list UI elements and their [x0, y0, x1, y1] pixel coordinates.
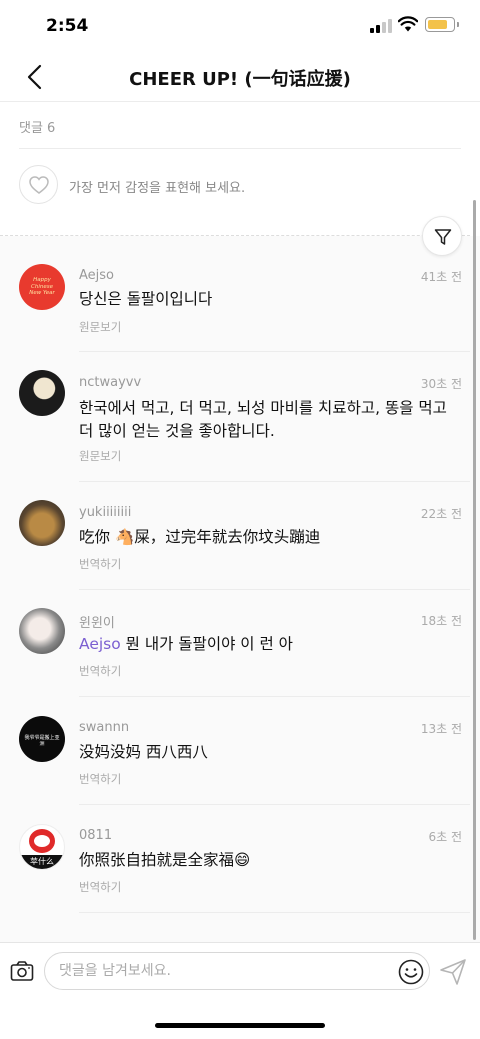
comment-username[interactable]: yukiiiiiiii — [79, 505, 131, 520]
avatar[interactable]: 我爷爷是搬上亚洲 — [19, 716, 65, 762]
comment-time: 41초 전 — [420, 270, 462, 284]
comment-text: 没妈没妈 西八西八 — [79, 743, 208, 761]
divider — [79, 696, 470, 697]
comment-username[interactable]: swannn — [79, 720, 129, 735]
comment-username[interactable]: 0811 — [79, 828, 112, 843]
comment-input[interactable] — [59, 953, 379, 989]
comment-text: 吃你 🐴屎，过完年就去你坟头蹦迪 — [79, 528, 321, 546]
status-time: 2:54 — [46, 16, 89, 36]
translate-link[interactable]: 번역하기 — [79, 879, 121, 895]
comment-time: 30초 전 — [420, 377, 462, 391]
comment-count: 댓글 6 — [19, 121, 56, 136]
comment-text: Aejso 뭔 내가 돌팔이야 이 런 아 — [79, 635, 293, 653]
comment-username[interactable]: nctwayvv — [79, 375, 141, 390]
dashed-divider — [0, 235, 470, 236]
comment-text: 당신은 돌팔이입니다 — [79, 290, 213, 308]
filter-icon — [434, 229, 452, 245]
scrollbar[interactable] — [473, 200, 476, 940]
divider — [79, 912, 470, 913]
grin-emoji: 😄 — [234, 851, 251, 869]
avatar-text: Happy Chinese New Year — [29, 277, 55, 296]
reaction-prompt: 가장 먼저 감정을 표현해 보세요. — [69, 181, 246, 196]
view-original-link[interactable]: 원문보기 — [79, 319, 121, 335]
like-button[interactable] — [19, 165, 58, 204]
divider — [19, 148, 461, 149]
mention-link[interactable]: Aejso — [79, 635, 121, 653]
avatar[interactable]: 苹什么 — [19, 824, 65, 870]
translate-link[interactable]: 번역하기 — [79, 771, 121, 787]
comment-time: 18초 전 — [420, 614, 462, 628]
translate-link[interactable]: 번역하기 — [79, 556, 121, 572]
emoji-icon[interactable] — [398, 959, 424, 985]
nav-header: CHEER UP! (一句话应援) — [0, 52, 480, 102]
divider — [79, 481, 470, 482]
translate-link[interactable]: 번역하기 — [79, 663, 121, 679]
avatar[interactable] — [19, 370, 65, 416]
reaction-row: 가장 먼저 감정을 표현해 보세요. — [19, 165, 439, 205]
comment-time: 13초 전 — [420, 722, 462, 736]
avatar-text: 苹什么 — [30, 857, 54, 866]
battery-icon — [425, 17, 459, 32]
page-title: CHEER UP! (一句话应援) — [129, 69, 351, 90]
comment-time: 22초 전 — [420, 507, 462, 521]
send-icon[interactable] — [439, 958, 467, 986]
avatar[interactable]: Happy Chinese New Year — [19, 264, 65, 310]
wifi-icon — [398, 16, 418, 32]
divider — [79, 804, 470, 805]
filter-button[interactable] — [422, 216, 462, 256]
comment-text: 你照张自拍就是全家福😄 — [79, 851, 251, 869]
comment-input-box[interactable] — [44, 952, 430, 990]
divider — [79, 351, 470, 352]
horse-emoji: 🐴 — [114, 528, 135, 546]
comment-username[interactable]: 윈윈이 — [79, 612, 115, 631]
avatar-text: 我爷爷是搬上亚洲 — [24, 735, 60, 747]
comment-username[interactable]: Aejso — [79, 268, 114, 283]
comment-text: 한국에서 먹고, 더 먹고, 뇌성 마비를 치료하고, 똥을 먹고 더 많이 얻… — [79, 399, 447, 440]
comment-time: 6초 전 — [428, 830, 462, 844]
status-bar: 2:54 — [0, 0, 480, 52]
home-indicator — [155, 1023, 325, 1028]
divider — [79, 589, 470, 590]
camera-icon[interactable] — [10, 960, 34, 982]
avatar[interactable] — [19, 608, 65, 654]
avatar[interactable] — [19, 500, 65, 546]
heart-icon — [29, 176, 49, 194]
comment-composer — [0, 942, 480, 1039]
signal-icon — [370, 19, 392, 33]
view-original-link[interactable]: 원문보기 — [79, 448, 121, 464]
